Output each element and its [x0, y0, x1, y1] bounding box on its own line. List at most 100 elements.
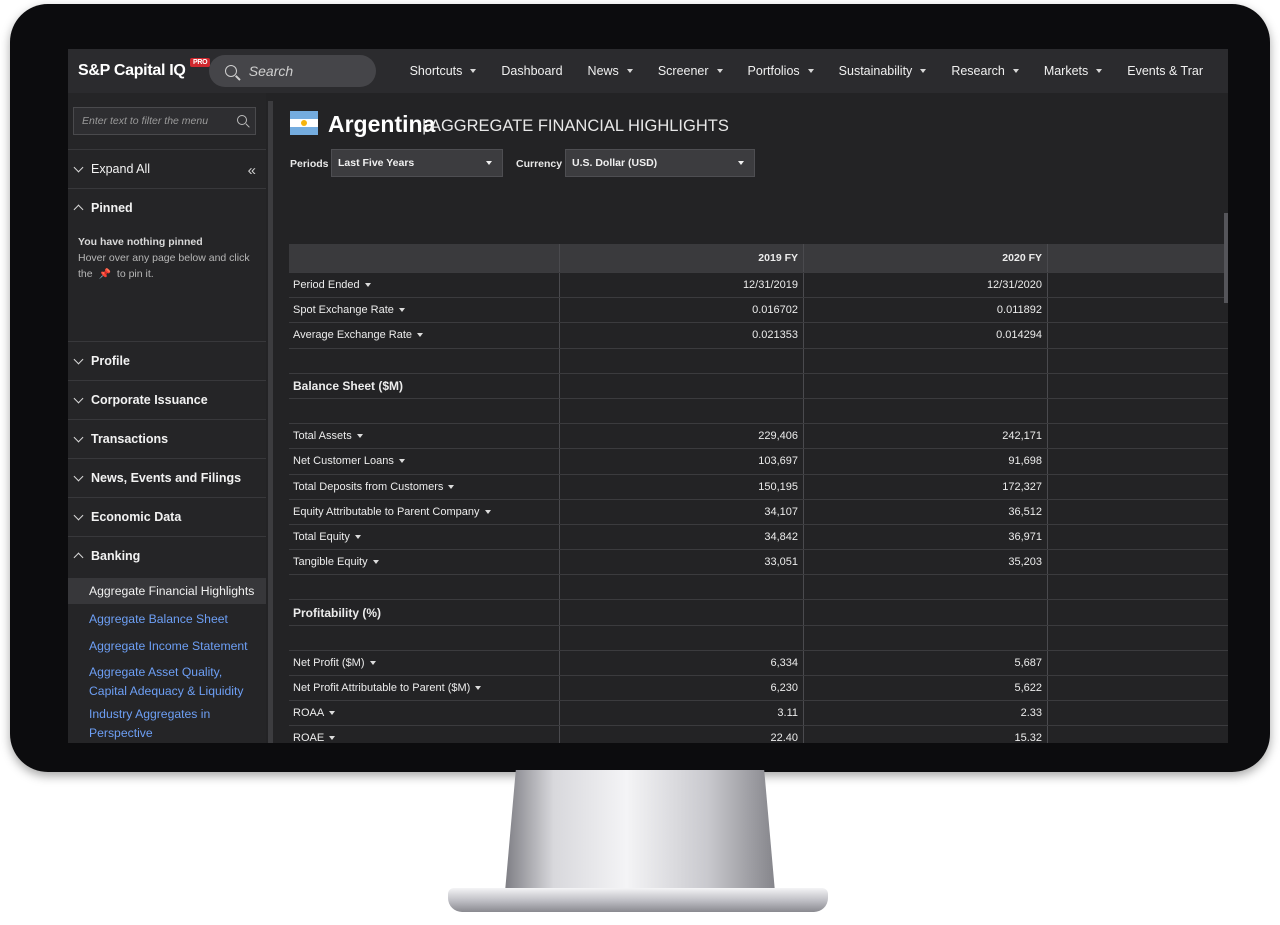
row-label: Net Customer Loans — [293, 455, 394, 468]
row-label-cell[interactable]: ROAA — [289, 701, 560, 726]
table-row — [289, 575, 1228, 601]
nav-item[interactable]: News — [588, 64, 633, 78]
currency-select[interactable]: U.S. Dollar (USD) — [565, 149, 755, 177]
sidebar-link[interactable]: Industry Aggregates in Perspective — [89, 705, 261, 743]
value-cell — [560, 625, 804, 650]
blank-cell — [1048, 676, 1228, 700]
row-label-cell[interactable]: Net Profit ($M) — [289, 650, 560, 675]
row-menu-caret-icon[interactable] — [364, 283, 371, 288]
brand-logo[interactable]: S&P Capital IQ PRO — [78, 58, 211, 80]
row-label-cell[interactable]: Equity Attributable to Parent Company — [289, 499, 560, 524]
chevron-up-icon — [73, 552, 84, 562]
blank-cell — [1048, 475, 1228, 499]
row-menu-caret-icon[interactable] — [372, 560, 379, 565]
blank-cell — [1048, 323, 1228, 347]
nav-item[interactable]: Events & Trar — [1127, 64, 1203, 78]
value-cell: 0.011892 — [804, 298, 1048, 323]
nav-item-label: News — [587, 64, 619, 78]
row-label-cell[interactable]: ROAE — [289, 726, 560, 743]
nav-item-label: Markets — [1043, 64, 1089, 78]
nav-item[interactable]: Dashboard — [501, 64, 562, 78]
sidebar-link[interactable]: Aggregate Financial Highlights — [68, 578, 266, 604]
chevron-down-icon — [486, 161, 492, 165]
sidebar-section[interactable]: Corporate Issuance — [68, 380, 266, 418]
row-label: Spot Exchange Rate — [293, 304, 394, 317]
row-label-cell[interactable]: Net Customer Loans — [289, 449, 560, 474]
row-menu-caret-icon[interactable] — [417, 333, 424, 338]
row-label-cell[interactable]: Total Deposits from Customers — [289, 474, 560, 499]
row-label-cell[interactable]: Spot Exchange Rate — [289, 298, 560, 323]
row-label: Period Ended — [293, 279, 360, 292]
sidebar-link[interactable]: Aggregate Balance Sheet — [89, 610, 261, 629]
nav-item[interactable]: Sustainability — [839, 64, 927, 78]
value-cell: 5,687 — [804, 650, 1048, 675]
row-label: ROAE — [293, 732, 325, 743]
row-label-cell[interactable]: Tangible Equity — [289, 550, 560, 575]
expand-all-label: Expand All — [91, 161, 151, 176]
row-label-cell[interactable]: Net Profit Attributable to Parent ($M) — [289, 676, 560, 701]
sidebar-link[interactable]: Aggregate Asset Quality, Capital Adequac… — [89, 663, 261, 701]
sidebar-section[interactable]: Economic Data — [68, 497, 266, 535]
row-menu-caret-icon[interactable] — [484, 509, 491, 514]
table-row: ROAA 3.11 2.33 — [289, 701, 1228, 727]
row-label: Equity Attributable to Parent Company — [293, 505, 480, 518]
row-menu-caret-icon[interactable] — [475, 686, 482, 691]
row-menu-caret-icon[interactable] — [369, 660, 376, 665]
chevron-up-icon — [73, 204, 84, 214]
row-label-cell — [289, 625, 560, 650]
row-menu-caret-icon[interactable] — [329, 736, 336, 741]
row-label-cell[interactable]: Period Ended — [289, 273, 560, 298]
content-scrollbar[interactable] — [1224, 213, 1228, 303]
value-cell — [804, 398, 1048, 424]
sidebar-section-pinned[interactable]: Pinned — [68, 188, 266, 226]
nav-item[interactable]: Shortcuts — [410, 64, 477, 78]
blank-cell — [1048, 701, 1228, 725]
sidebar-section[interactable]: Transactions — [68, 419, 266, 457]
nav-item[interactable]: Screener — [658, 64, 723, 78]
value-cell: 12/31/2019 — [560, 273, 804, 298]
sidebar-link[interactable]: Aggregate Income Statement — [89, 637, 261, 656]
nav-item[interactable]: Portfolios — [748, 64, 814, 78]
nav-item[interactable]: Research — [951, 64, 1019, 78]
menu-filter-input[interactable]: Enter text to filter the menu — [73, 107, 256, 135]
page-title: Argentina — [328, 111, 436, 137]
value-cell: 12/31/2020 — [804, 273, 1048, 298]
row-menu-caret-icon[interactable] — [356, 434, 363, 439]
value-cell — [560, 373, 804, 398]
row-label-cell[interactable]: Total Assets — [289, 424, 560, 449]
row-menu-caret-icon[interactable] — [354, 534, 361, 539]
nav-item[interactable]: Markets — [1043, 64, 1103, 78]
row-label: Net Profit Attributable to Parent ($M) — [293, 682, 471, 695]
row-label-cell[interactable]: Total Equity — [289, 524, 560, 550]
row-menu-caret-icon[interactable] — [398, 459, 405, 464]
sidebar-section-label: Profile — [91, 353, 130, 368]
sidebar-section-banking[interactable]: Banking — [68, 536, 266, 574]
expand-all-toggle[interactable]: Expand All « — [68, 149, 266, 187]
row-label-cell: Profitability (%) — [289, 600, 560, 625]
sidebar-section[interactable]: Profile — [68, 341, 266, 379]
table-row — [289, 398, 1228, 425]
blank-cell — [1048, 298, 1228, 322]
sidebar-scrollbar[interactable] — [268, 101, 273, 743]
chevron-down-icon — [73, 510, 84, 520]
search-box[interactable]: Search — [208, 55, 376, 87]
logo-text: S&P Capital IQ — [78, 62, 186, 79]
periods-select[interactable]: Last Five Years — [331, 149, 503, 177]
collapse-sidebar-icon[interactable]: « — [248, 162, 256, 179]
row-menu-caret-icon[interactable] — [448, 484, 455, 489]
value-cell: 0.016702 — [560, 298, 804, 323]
nav-item-label: Shortcuts — [409, 64, 463, 78]
table-row: Average Exchange Rate 0.021353 0.014294 — [289, 323, 1228, 349]
row-label-cell[interactable]: Average Exchange Rate — [289, 323, 560, 348]
pinned-instruction-start: the — [78, 268, 93, 280]
column-header[interactable]: 2019 FY — [560, 244, 804, 272]
blank-cell — [1048, 726, 1228, 743]
row-menu-caret-icon[interactable] — [329, 711, 336, 716]
sidebar: Enter text to filter the menu Expand All… — [68, 93, 266, 743]
search-icon — [224, 65, 237, 77]
column-header[interactable]: 2020 FY — [804, 244, 1048, 272]
row-menu-caret-icon[interactable] — [398, 308, 405, 313]
value-cell: 34,107 — [560, 499, 804, 524]
sidebar-section[interactable]: News, Events and Filings — [68, 458, 266, 496]
sidebar-section-label: News, Events and Filings — [91, 470, 242, 485]
